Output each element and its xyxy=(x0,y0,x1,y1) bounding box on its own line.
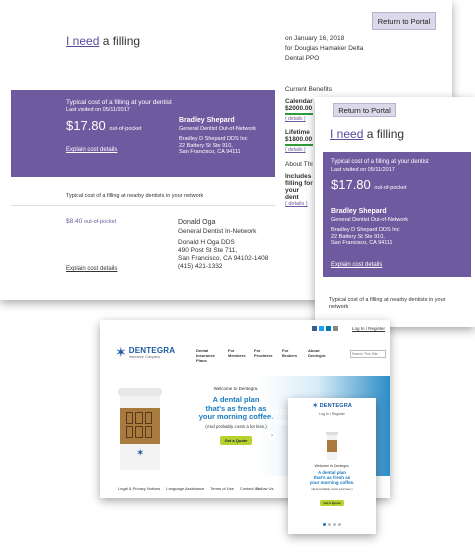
calendar-bar xyxy=(285,113,313,115)
i-need-link[interactable]: I need xyxy=(330,127,363,141)
mobile-headline-3: your morning coffee. xyxy=(309,480,355,486)
logo-star-icon: ✶ xyxy=(115,344,127,360)
dentist-name: Bradley Shepard xyxy=(179,117,235,124)
your-dentist-price: $17.80 out-of-pocket xyxy=(66,118,142,133)
nearby-dentist-info: Donald Oga General Dentist In-Network Do… xyxy=(178,219,268,271)
explain-cost-details-link[interactable]: Explain cost details xyxy=(331,262,382,268)
nav-dental-plans[interactable]: Dental Insurance Plans xyxy=(196,348,222,363)
carousel-dot[interactable] xyxy=(338,522,341,526)
carousel-dot[interactable] xyxy=(328,522,331,526)
logo-star-icon: ✶ xyxy=(311,401,319,410)
address-line-1: 22 Battery St Ste 910, xyxy=(331,233,385,240)
dentist-role: General Dentist Out-of-Network xyxy=(179,125,257,132)
address-line-2: San Francisco, CA 94111 xyxy=(331,240,393,247)
linkedin-icon[interactable] xyxy=(326,326,331,331)
estimate-meta: on January 16, 2018 for Douglas Hamaker … xyxy=(285,34,363,63)
nearby-phone: (415) 421-1332 xyxy=(178,263,223,271)
mobile-logo[interactable]: ✶ DENTEGRA xyxy=(288,401,376,410)
estimate-for: for Douglas Hamaker Delta xyxy=(285,44,364,52)
last-visited: Last visited on 05/11/2017 xyxy=(331,166,395,173)
estimate-date: on January 16, 2018 xyxy=(285,35,345,42)
coffee-cup-image: ✶ xyxy=(118,388,162,470)
nav-brokers[interactable]: For Brokers xyxy=(282,348,302,363)
footer-legal[interactable]: Legal & Privacy Notices xyxy=(118,486,160,491)
nearby-dentist-name: Donald Oga xyxy=(178,219,216,226)
facebook-icon[interactable] xyxy=(312,326,317,331)
nearby-address-2: San Francisco, CA 94102-1408 xyxy=(178,255,269,263)
return-to-portal-button[interactable]: Return to Portal xyxy=(333,103,396,117)
benefits-heading: Current Benefits xyxy=(285,86,332,93)
site-search-input[interactable]: Search This Site xyxy=(350,350,386,358)
nearby-heading: Typical cost of a filling at nearby dent… xyxy=(329,297,446,311)
dentist-role: General Dentist Out-of-Network xyxy=(331,216,409,223)
nearby-practice: Donald H Oga DDS xyxy=(178,238,235,246)
nav-members[interactable]: For Members xyxy=(228,348,248,363)
follow-us-label: Follow Us xyxy=(256,486,274,491)
return-to-portal-button[interactable]: Return to Portal xyxy=(372,12,436,30)
logo-text: DENTEGRA xyxy=(319,402,353,409)
panel-heading: Typical cost of a filling at your dentis… xyxy=(331,159,429,165)
explain-cost-details-link[interactable]: Explain cost details xyxy=(66,147,117,153)
dentist-name: Bradley Shepard xyxy=(331,208,387,215)
practice-name: Bradley D Shepard DDS Inc xyxy=(179,135,248,142)
mobile-coffee-cup-image xyxy=(326,432,338,460)
footer-links: Legal & Privacy Notices Language Assista… xyxy=(118,486,260,491)
nearby-address-1: 490 Post St Ste 711, xyxy=(178,247,238,254)
mobile-subtext: (And probably costs a lot less.) xyxy=(311,486,353,491)
nearby-price: $8.40 out-of-pocket xyxy=(66,218,117,225)
your-dentist-panel: Typical cost of a filling at your dentis… xyxy=(11,90,275,177)
logo-text: DENTEGRA xyxy=(128,346,176,355)
twitter-icon[interactable] xyxy=(319,326,324,331)
practice-name: Bradley D Shepard DDS Inc xyxy=(331,226,400,233)
i-need-link[interactable]: I need xyxy=(66,34,99,48)
dentegra-logo[interactable]: ✶ DENTEGRA Insurance Company xyxy=(115,344,175,361)
last-visited: Last visited on 05/11/2017 xyxy=(66,107,130,114)
page-title-rest: a filling xyxy=(102,34,141,48)
mobile-hero: Welcome to Dentegra. A dental plan that'… xyxy=(288,422,376,534)
carousel-dots xyxy=(288,522,376,526)
mobile-get-a-quote-button[interactable]: Get a Quote xyxy=(320,499,344,506)
panel-heading: Typical cost of a filling at your dentis… xyxy=(66,99,172,106)
your-dentist-info: Bradley Shepard General Dentist Out-of-N… xyxy=(331,208,408,247)
mobile-header: ✶ DENTEGRA Log In / Register xyxy=(288,398,376,422)
login-register-link[interactable]: Log In / Register xyxy=(352,326,385,331)
page-title-rest: a filling xyxy=(366,127,405,141)
site-topbar: Log In / Register xyxy=(100,320,390,340)
nearby-dentist-role: General Dentist In-Network xyxy=(178,227,257,235)
your-dentist-panel: Typical cost of a filling at your dentis… xyxy=(323,152,471,277)
get-a-quote-button[interactable]: Get a Quote xyxy=(219,435,253,445)
nav-about[interactable]: About Dentegra xyxy=(308,348,330,363)
dentegra-website-mobile: ✶ DENTEGRA Log In / Register Welcome to … xyxy=(288,398,376,534)
mobile-login-link[interactable]: Log In / Register xyxy=(288,412,376,416)
carousel-dot[interactable] xyxy=(323,522,326,526)
estimate-plan: Dental PPO xyxy=(285,54,320,62)
your-dentist-info: Bradley Shepard General Dentist Out-of-N… xyxy=(179,117,256,156)
page-title: I need a filling xyxy=(66,34,140,48)
nearby-explain-link[interactable]: Explain cost details xyxy=(66,266,117,272)
cost-estimate-page-tablet: Return to Portal I need a filling Typica… xyxy=(315,97,475,327)
nav-providers[interactable]: For Providers xyxy=(254,348,276,363)
footer-language[interactable]: Language Assistance xyxy=(166,486,204,491)
mobile-welcome: Welcome to Dentegra. xyxy=(314,464,350,468)
your-dentist-price: $17.80 out-of-pocket xyxy=(331,177,407,192)
carousel-dot[interactable] xyxy=(333,522,336,526)
page-title: I need a filling xyxy=(330,127,404,141)
divider xyxy=(11,205,275,206)
main-menu: Dental Insurance Plans For Members For P… xyxy=(196,348,330,363)
footer-terms[interactable]: Terms of Use xyxy=(210,486,234,491)
next-slide-icon[interactable]: › xyxy=(268,432,276,440)
cup-star-icon: ✶ xyxy=(136,448,145,459)
hero-welcome: Welcome to Dentegra. xyxy=(213,386,259,391)
lifetime-bar xyxy=(285,144,313,146)
address-line-1: 22 Battery St Ste 910, xyxy=(179,142,233,149)
address-line-2: San Francisco, CA 94111 xyxy=(179,149,241,156)
site-nav: ✶ DENTEGRA Insurance Company Dental Insu… xyxy=(100,340,390,376)
social-icons xyxy=(312,326,338,331)
nearby-heading: Typical cost of a filling at nearby dent… xyxy=(66,193,204,199)
logo-subtext: Insurance Company xyxy=(128,355,161,359)
share-icon[interactable] xyxy=(333,326,338,331)
